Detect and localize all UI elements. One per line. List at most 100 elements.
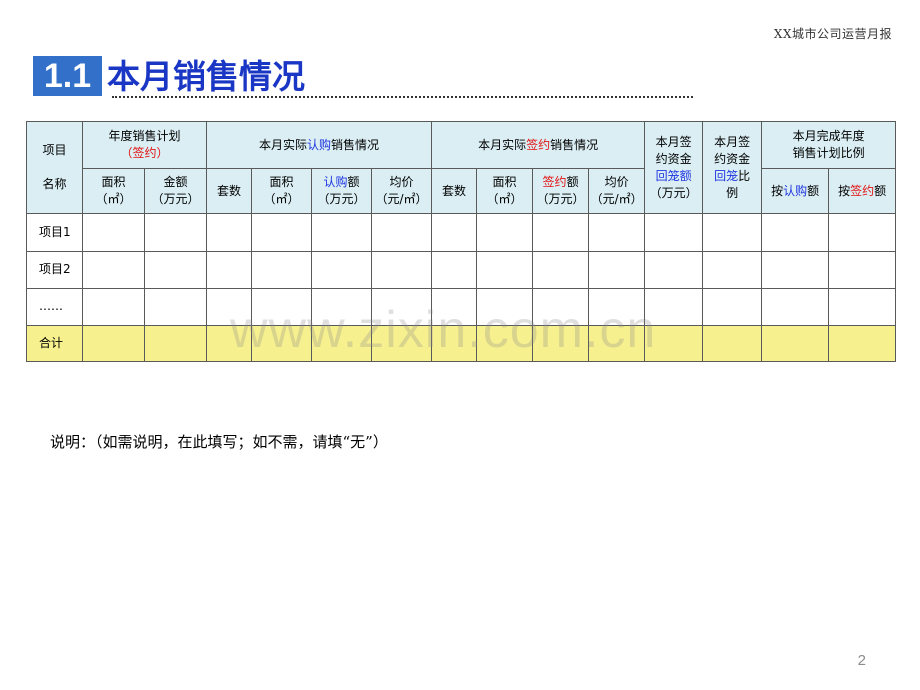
cell[interactable] (761, 287, 830, 326)
text: 约资金 (714, 151, 751, 166)
cell[interactable] (761, 324, 830, 363)
cell[interactable] (431, 250, 478, 289)
text: 销售情况 (331, 137, 380, 152)
text: 签约 (526, 137, 551, 152)
text: 销售情况 (550, 137, 599, 152)
cell[interactable] (476, 250, 534, 289)
cell[interactable] (476, 287, 534, 326)
text: （㎡） (263, 192, 300, 207)
cell[interactable] (251, 287, 313, 326)
text: 本月完成年度 (792, 129, 865, 144)
cell[interactable] (251, 324, 313, 363)
header-completion: 本月完成年度 销售计划比例 (761, 120, 897, 170)
section-number: 1.1 (33, 56, 102, 96)
cell[interactable] (311, 324, 373, 363)
cell[interactable] (143, 287, 208, 326)
note-text: 说明：（如需说明，在此填写；如不需，请填“无”） (50, 433, 388, 451)
text: 本月实际 (259, 137, 308, 152)
cell[interactable] (311, 250, 373, 289)
cell[interactable] (532, 213, 590, 252)
cell[interactable] (588, 250, 646, 289)
text: （元/㎡） (375, 192, 428, 207)
cell[interactable] (82, 213, 145, 252)
cell[interactable] (588, 324, 646, 363)
cell[interactable] (588, 287, 646, 326)
cell[interactable] (251, 250, 313, 289)
cell[interactable] (371, 324, 433, 363)
text: 回笼 (714, 168, 739, 183)
col-sign-units: 套数 (431, 168, 478, 215)
cell[interactable] (532, 324, 590, 363)
cell[interactable] (828, 287, 897, 326)
text: 本月签 (714, 134, 751, 149)
cell[interactable] (761, 213, 830, 252)
col-sub-amount: 认购额 （万元） (311, 168, 373, 215)
cell[interactable] (532, 287, 590, 326)
cell[interactable] (828, 324, 897, 363)
table-row: 项目2 (26, 250, 897, 289)
col-sub-area: 面积 （㎡） (251, 168, 313, 215)
text: 签约 (850, 183, 875, 198)
cell[interactable] (82, 324, 145, 363)
row-label: 项目2 (26, 250, 83, 289)
text: 金额 (163, 175, 188, 190)
cell[interactable] (828, 213, 897, 252)
table-row: 项目1 (26, 213, 897, 252)
text: 按 (771, 183, 784, 198)
header-subscription: 本月实际认购销售情况 (206, 120, 433, 170)
text: （万元） (151, 192, 200, 207)
text: 回笼额 (655, 168, 692, 183)
cell[interactable] (761, 250, 830, 289)
cell[interactable] (206, 324, 253, 363)
cell[interactable] (702, 324, 763, 363)
text: 额 (807, 183, 820, 198)
header-annual-plan: 年度销售计划 （签约） (81, 120, 208, 170)
text: 约资金 (655, 151, 692, 166)
text: 例 (726, 185, 739, 200)
cell[interactable] (143, 324, 208, 363)
cell[interactable] (311, 287, 373, 326)
header-project: 项目 (42, 143, 67, 158)
cell[interactable] (82, 287, 145, 326)
cell[interactable] (476, 213, 534, 252)
cell[interactable] (143, 213, 208, 252)
total-label: 合计 (26, 324, 83, 363)
cell[interactable] (431, 324, 478, 363)
header-signing: 本月实际签约销售情况 (431, 120, 646, 170)
cell[interactable] (476, 324, 534, 363)
text: 均价 (604, 175, 629, 190)
row-label: …… (26, 287, 83, 326)
cell[interactable] (206, 250, 253, 289)
cell[interactable] (644, 287, 704, 326)
cell[interactable] (371, 213, 433, 252)
cell[interactable] (644, 324, 704, 363)
cell[interactable] (644, 213, 704, 252)
text: 本月签 (655, 134, 692, 149)
cell[interactable] (82, 250, 145, 289)
col-by-subscription: 按认购额 (761, 168, 830, 215)
text: 比 (738, 168, 751, 183)
header-annual-plan-sub: （签约） (120, 146, 169, 161)
cell[interactable] (644, 250, 704, 289)
cell[interactable] (588, 213, 646, 252)
cell[interactable] (143, 250, 208, 289)
cell[interactable] (206, 213, 253, 252)
text: （万元） (536, 192, 585, 207)
cell[interactable] (828, 250, 897, 289)
cell[interactable] (311, 213, 373, 252)
cell[interactable] (702, 213, 763, 252)
title-divider (112, 96, 693, 98)
cell[interactable] (371, 287, 433, 326)
cell[interactable] (431, 287, 478, 326)
text: （万元） (649, 185, 698, 200)
cell[interactable] (702, 250, 763, 289)
cell[interactable] (371, 250, 433, 289)
cell[interactable] (702, 287, 763, 326)
text: （元/㎡） (590, 192, 643, 207)
cell[interactable] (206, 287, 253, 326)
text: 额 (347, 175, 360, 190)
cell[interactable] (431, 213, 478, 252)
text: （㎡） (486, 192, 523, 207)
cell[interactable] (532, 250, 590, 289)
cell[interactable] (251, 213, 313, 252)
